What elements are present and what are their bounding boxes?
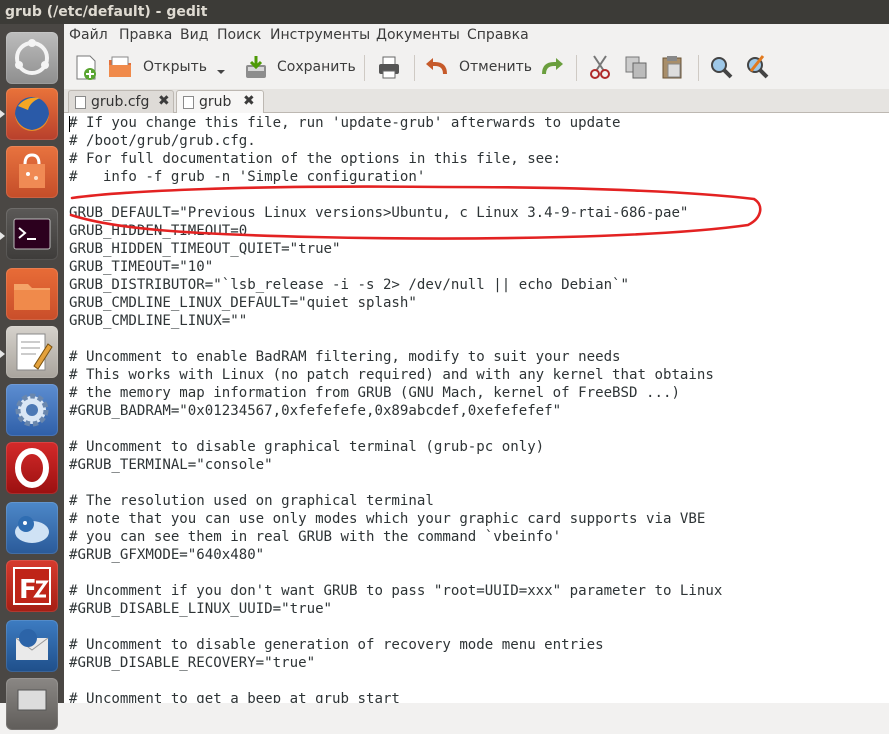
menu-edit[interactable]: Правка	[119, 27, 172, 43]
filezilla-icon[interactable]: F	[6, 560, 58, 612]
editor-line	[69, 330, 722, 348]
messenger-icon[interactable]	[6, 502, 58, 554]
editor-line: # If you change this file, run 'update-g…	[69, 115, 621, 131]
close-icon[interactable]: ✖	[158, 93, 170, 109]
editor-line	[69, 564, 722, 582]
toolbar-separator	[698, 55, 699, 81]
tab-label: grub	[199, 94, 232, 110]
print-icon[interactable]	[375, 53, 403, 81]
running-indicator	[0, 232, 5, 240]
tab-grub[interactable]: grub ✖	[176, 90, 264, 113]
editor-line	[69, 474, 722, 492]
editor-line: # note that you can use only modes which…	[69, 511, 706, 527]
menu-search[interactable]: Поиск	[217, 27, 261, 43]
editor-line: #GRUB_DISABLE_RECOVERY="true"	[69, 655, 316, 671]
menu-documents[interactable]: Документы	[376, 27, 460, 43]
save-button[interactable]: Сохранить	[277, 59, 356, 75]
unity-launcher: F	[0, 24, 64, 730]
cut-icon[interactable]	[586, 53, 614, 81]
editor-lines: # If you change this file, run 'update-g…	[69, 114, 722, 703]
terminal-icon[interactable]	[6, 208, 58, 260]
menu-view[interactable]: Вид	[180, 27, 208, 43]
text-editor-area[interactable]: # If you change this file, run 'update-g…	[64, 113, 889, 703]
search-icon[interactable]	[707, 53, 735, 81]
editor-line	[69, 618, 722, 636]
new-document-icon[interactable]	[72, 53, 100, 81]
close-icon[interactable]: ✖	[243, 93, 255, 109]
editor-line: # The resolution used on graphical termi…	[69, 493, 434, 509]
editor-line: # Uncomment to enable BadRAM filtering, …	[69, 349, 621, 365]
editor-line: GRUB_HIDDEN_TIMEOUT_QUIET="true"	[69, 241, 341, 257]
editor-line: GRUB_HIDDEN_TIMEOUT=0	[69, 223, 248, 239]
opera-icon[interactable]	[6, 442, 58, 494]
toolbar-separator	[364, 55, 365, 81]
show-desktop-icon[interactable]	[6, 678, 58, 730]
menu-help[interactable]: Справка	[467, 27, 529, 43]
toolbar-separator	[576, 55, 577, 81]
firefox-icon[interactable]	[6, 88, 58, 140]
system-settings-icon[interactable]	[6, 384, 58, 436]
replace-icon[interactable]	[743, 53, 771, 81]
editor-line	[69, 672, 722, 690]
editor-line: # /boot/grub/grub.cfg.	[69, 133, 256, 149]
editor-line: GRUB_DEFAULT="Previous Linux versions>Ub…	[69, 205, 689, 221]
undo-button[interactable]: Отменить	[459, 59, 532, 75]
editor-line: # Uncomment to disable generation of rec…	[69, 637, 604, 653]
dropdown-arrow-icon[interactable]	[214, 53, 228, 81]
editor-line: GRUB_DISTRIBUTOR="`lsb_release -i -s 2> …	[69, 277, 630, 293]
save-icon[interactable]	[242, 53, 270, 81]
editor-line: # the memory map information from GRUB (…	[69, 385, 680, 401]
tab-bar: grub.cfg ✖ grub ✖	[64, 89, 889, 113]
paste-icon[interactable]	[658, 53, 686, 81]
editor-line: # For full documentation of the options …	[69, 151, 562, 167]
running-indicator	[0, 350, 5, 358]
tab-label: grub.cfg	[91, 94, 150, 110]
editor-line: # info -f grub -n 'Simple configuration'	[69, 169, 426, 185]
text-cursor	[69, 116, 70, 132]
document-icon	[75, 96, 86, 109]
editor-line: # Uncomment to disable graphical termina…	[69, 439, 545, 455]
editor-line: #GRUB_DISABLE_LINUX_UUID="true"	[69, 601, 333, 617]
editor-line: # This works with Linux (no patch requir…	[69, 367, 714, 383]
menu-file[interactable]: Файл	[69, 27, 108, 43]
editor-line: #GRUB_BADRAM="0x01234567,0xfefefefe,0x89…	[69, 403, 562, 419]
editor-line	[69, 186, 722, 204]
tab-grub-cfg[interactable]: grub.cfg ✖	[68, 90, 174, 113]
editor-line: #GRUB_TERMINAL="console"	[69, 457, 273, 473]
editor-line: GRUB_CMDLINE_LINUX=""	[69, 313, 248, 329]
files-icon[interactable]	[6, 268, 58, 320]
editor-line	[69, 420, 722, 438]
editor-line: GRUB_TIMEOUT="10"	[69, 259, 214, 275]
open-folder-icon[interactable]	[106, 53, 134, 81]
running-indicator	[0, 110, 5, 118]
text-editor-icon[interactable]	[6, 326, 58, 378]
copy-icon[interactable]	[622, 53, 650, 81]
toolbar: Открыть Сохранить Отменить	[64, 47, 889, 89]
editor-line: # Uncomment if you don't want GRUB to pa…	[69, 583, 723, 599]
toolbar-separator	[414, 55, 415, 81]
editor-line: # you can see them in real GRUB with the…	[69, 529, 562, 545]
redo-icon[interactable]	[538, 53, 566, 81]
undo-icon[interactable]	[423, 53, 451, 81]
ubuntu-dash-icon[interactable]	[6, 32, 58, 84]
document-icon	[183, 96, 194, 109]
editor-line: #GRUB_GFXMODE="640x480"	[69, 547, 265, 563]
thunderbird-icon[interactable]	[6, 620, 58, 672]
software-center-icon[interactable]	[6, 146, 58, 198]
editor-line: # Uncomment to get a beep at grub start	[69, 691, 400, 703]
menubar: Файл Правка Вид Поиск Инструменты Докуме…	[64, 24, 889, 47]
menu-tools[interactable]: Инструменты	[270, 27, 370, 43]
editor-line: GRUB_CMDLINE_LINUX_DEFAULT="quiet splash…	[69, 295, 417, 311]
svg-text:F: F	[19, 575, 37, 605]
open-button[interactable]: Открыть	[143, 59, 207, 75]
window-title: grub (/etc/default) - gedit	[0, 0, 889, 24]
